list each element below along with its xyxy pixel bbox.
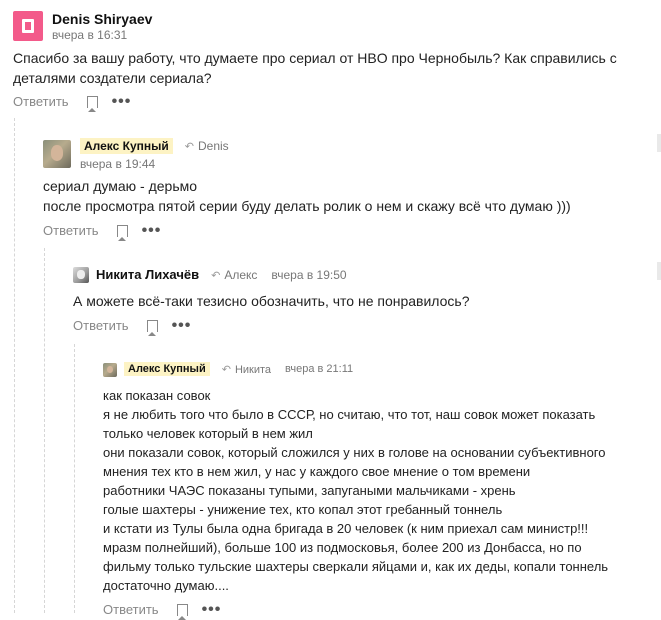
comment-time[interactable]: вчера в 19:50 bbox=[271, 268, 346, 282]
reply-arrow-icon: ↶ bbox=[184, 141, 194, 153]
comment-line: голые шахтеры - унижение тех, кто копал … bbox=[103, 502, 503, 517]
comment-time[interactable]: вчера в 19:44 bbox=[80, 157, 155, 171]
comment-header: Никита Лихачёв ↶ Алекс вчера в 19:50 bbox=[96, 267, 347, 282]
comment-body: как показан совок я не любить того что б… bbox=[103, 386, 608, 595]
bookmark-icon[interactable] bbox=[86, 95, 98, 112]
comment-body: А можете всё-таки тезисно обозначить, чт… bbox=[73, 292, 470, 312]
scrollbar-tick[interactable] bbox=[657, 134, 661, 152]
comment-author[interactable]: Алекс Купный bbox=[124, 362, 210, 376]
comment-time[interactable]: вчера в 21:11 bbox=[285, 363, 353, 375]
reply-button[interactable]: Ответить bbox=[103, 602, 159, 617]
avatar[interactable] bbox=[73, 267, 89, 283]
avatar[interactable] bbox=[13, 11, 43, 41]
avatar[interactable] bbox=[43, 140, 71, 168]
reply-arrow-icon: ↶ bbox=[221, 363, 231, 376]
avatar[interactable] bbox=[103, 363, 117, 377]
more-icon[interactable]: ••• bbox=[172, 317, 192, 333]
comment-line: деталями создатели сериала? bbox=[13, 69, 212, 86]
comment-line: они показали совок, который сложился у н… bbox=[103, 445, 606, 460]
comment-actions: Ответить ••• bbox=[103, 601, 222, 620]
comment-author[interactable]: Алекс Купный bbox=[80, 138, 173, 154]
comment-header: Алекс Купный ↶ Никита вчера в 21:11 bbox=[124, 362, 353, 376]
comment-line: и кстати из Тулы была одна бригада в 20 … bbox=[103, 521, 589, 536]
more-icon[interactable]: ••• bbox=[202, 601, 222, 617]
comment-line: сериал думаю - дерьмо bbox=[43, 178, 198, 194]
comment-header: Алекс Купный ↶ Denis bbox=[80, 138, 229, 154]
reply-arrow-icon: ↶ bbox=[211, 269, 221, 282]
reply-button[interactable]: Ответить bbox=[13, 94, 69, 109]
comment-line: после просмотра пятой серии буду делать … bbox=[43, 197, 571, 214]
reply-button[interactable]: Ответить bbox=[73, 318, 129, 333]
reply-reference[interactable]: ↶ Алекс bbox=[211, 268, 257, 282]
comment-actions: Ответить ••• bbox=[13, 93, 132, 112]
bookmark-icon[interactable] bbox=[146, 319, 158, 336]
bookmark-icon[interactable] bbox=[176, 603, 188, 620]
reply-reference[interactable]: ↶ Никита bbox=[222, 363, 271, 376]
scrollbar-tick[interactable] bbox=[657, 262, 661, 280]
comment-body: сериал думаю - дерьмо после просмотра пя… bbox=[43, 177, 571, 216]
comment-line: достаточно думаю.... bbox=[103, 578, 229, 593]
thread-line-level-3 bbox=[74, 344, 75, 613]
comment-line: мнения тех кто в нем жил, у нас у каждог… bbox=[103, 464, 531, 479]
comment-line: фильму только тульские шахтеры сверкали … bbox=[103, 559, 609, 574]
comment-line: Спасибо за вашу работу, что думаете про … bbox=[13, 50, 617, 66]
more-icon[interactable]: ••• bbox=[112, 93, 132, 109]
comment-line: мразм полнейший), больше 100 из подмоско… bbox=[103, 540, 582, 555]
comment-line: только человек который в нем жил bbox=[103, 426, 313, 441]
comment-line: как показан совок bbox=[103, 388, 211, 403]
more-icon[interactable]: ••• bbox=[142, 222, 162, 238]
reply-button[interactable]: Ответить bbox=[43, 223, 99, 238]
comment-body: Спасибо за вашу работу, что думаете про … bbox=[13, 49, 617, 88]
comment-line: я не любить того что было в СССР, но счи… bbox=[103, 407, 596, 422]
comment-actions: Ответить ••• bbox=[73, 317, 192, 336]
reply-reference[interactable]: ↶ Denis bbox=[185, 139, 229, 153]
comment-line: А можете всё-таки тезисно обозначить, чт… bbox=[73, 293, 470, 309]
comment-time[interactable]: вчера в 16:31 bbox=[52, 28, 127, 42]
bookmark-icon[interactable] bbox=[116, 224, 128, 241]
comment-author[interactable]: Denis Shiryaev bbox=[52, 11, 152, 27]
thread-line-level-1 bbox=[14, 118, 15, 613]
comment-author[interactable]: Никита Лихачёв bbox=[96, 267, 199, 282]
comment-actions: Ответить ••• bbox=[43, 222, 162, 241]
comment-line: работники ЧАЭС показаны тупыми, запуганы… bbox=[103, 483, 516, 498]
thread-line-level-2 bbox=[44, 248, 45, 613]
